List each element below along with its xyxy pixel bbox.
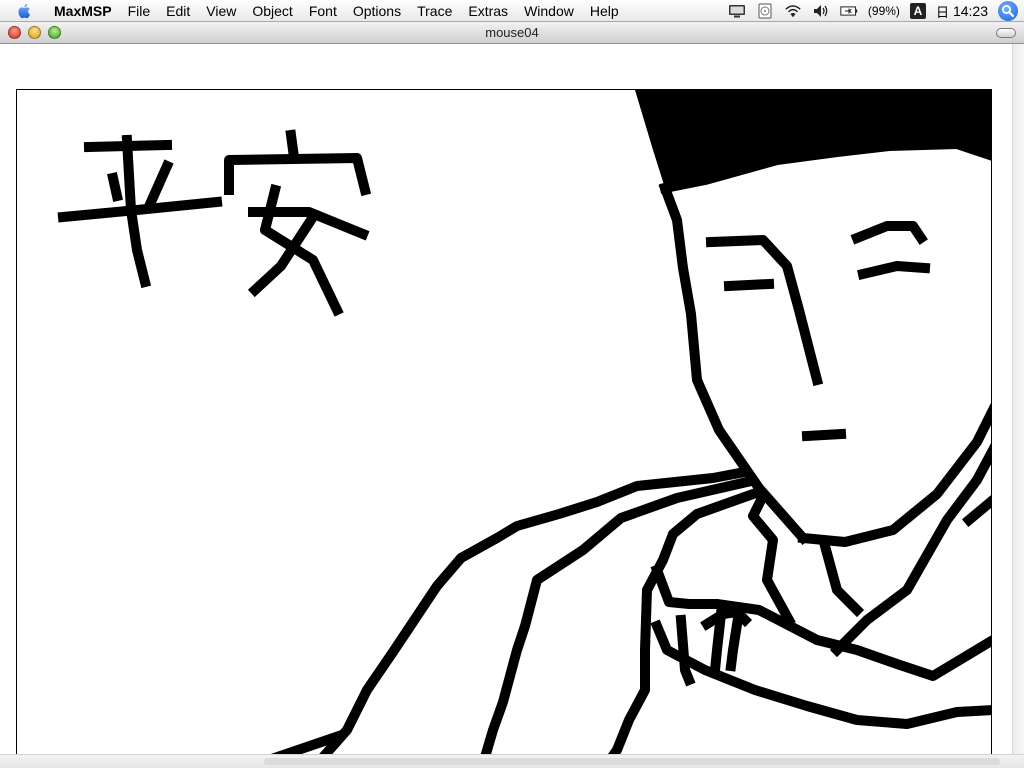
menu-view[interactable]: View: [198, 0, 244, 22]
stroke-collar-5: [818, 539, 865, 618]
hair-fill: [635, 90, 991, 188]
apple-icon[interactable]: [16, 2, 34, 20]
menu-font[interactable]: Font: [301, 0, 345, 22]
stroke-hand-1: [675, 614, 696, 687]
menu-app-name[interactable]: MaxMSP: [46, 0, 120, 22]
menu-file[interactable]: File: [120, 0, 159, 22]
stroke-shoulder-right: [829, 443, 991, 658]
window-content: [0, 44, 1024, 768]
stroke-an-roof: [224, 153, 372, 197]
menu-bar: MaxMSP File Edit View Object Font Option…: [0, 0, 1024, 22]
stroke-brow-right: [850, 221, 928, 245]
stroke-eye-left: [723, 278, 775, 292]
stroke-mouth: [801, 428, 847, 442]
window-title: mouse04: [485, 25, 539, 40]
menu-object[interactable]: Object: [244, 0, 300, 22]
stroke-right-edge: [961, 495, 991, 528]
input-method-icon[interactable]: A: [909, 3, 926, 19]
menu-extras[interactable]: Extras: [460, 0, 516, 22]
drawing-canvas[interactable]: [16, 89, 992, 763]
stroke-an-dot: [285, 129, 299, 156]
spotlight-icon[interactable]: [998, 1, 1018, 21]
battery-icon[interactable]: [840, 3, 858, 19]
stroke-hand-3: [709, 608, 727, 676]
wifi-icon[interactable]: [784, 3, 802, 19]
menu-items: MaxMSP File Edit View Object Font Option…: [46, 0, 627, 22]
battery-percent: (99%): [867, 4, 900, 18]
stroke-ping-dot-right: [144, 159, 174, 209]
status-menus: (99%) A 日 14:23: [728, 0, 1024, 22]
stroke-brow-left: [705, 235, 824, 387]
menu-help[interactable]: Help: [582, 0, 627, 22]
window-titlebar[interactable]: mouse04: [0, 22, 1024, 44]
patcher-window: mouse04: [0, 22, 1024, 768]
stroke-ping-dot-left: [107, 172, 123, 202]
horizontal-scroll-thumb[interactable]: [264, 758, 1000, 765]
calendar-glyph[interactable]: 日: [936, 2, 949, 21]
menu-trace[interactable]: Trace: [409, 0, 460, 22]
freehand-drawing: [57, 90, 991, 762]
menu-edit[interactable]: Edit: [158, 0, 198, 22]
menu-window[interactable]: Window: [516, 0, 582, 22]
horizontal-scrollbar[interactable]: [0, 754, 1024, 768]
toolbar-toggle-button[interactable]: [996, 28, 1016, 38]
cd-icon[interactable]: [756, 3, 774, 19]
stroke-eye-right: [856, 261, 931, 281]
stroke-hand-4: [725, 606, 745, 672]
menu-clock[interactable]: 14:23: [953, 3, 988, 19]
volume-icon[interactable]: [812, 3, 830, 19]
vertical-scrollbar[interactable]: [1012, 44, 1024, 768]
stroke-ping-middle: [57, 196, 223, 223]
menu-options[interactable]: Options: [345, 0, 409, 22]
display-icon[interactable]: [728, 3, 746, 19]
